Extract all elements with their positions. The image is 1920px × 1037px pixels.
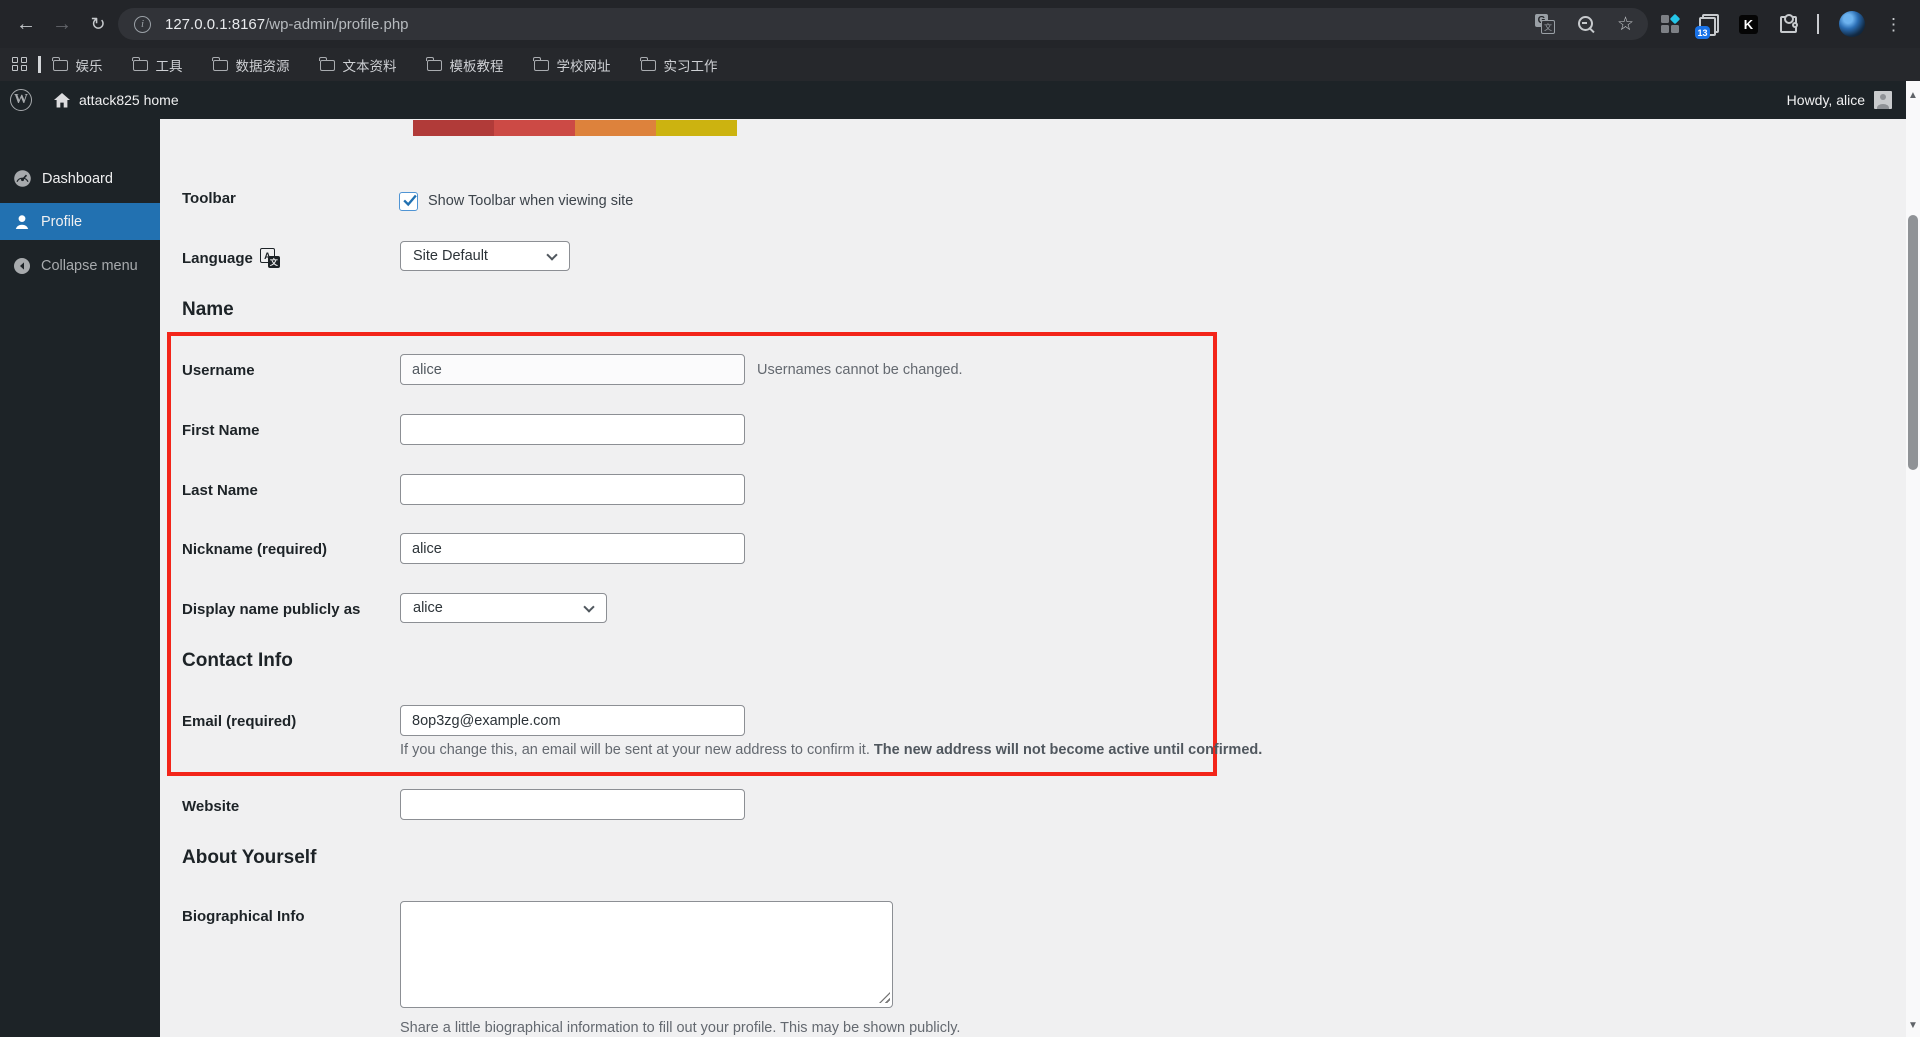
site-info-icon[interactable]: i	[134, 15, 151, 33]
website-input[interactable]	[400, 789, 745, 820]
wordpress-logo-icon[interactable]: W	[10, 89, 32, 111]
page-scrollbar: ▲ ▼	[1906, 81, 1920, 1037]
collapse-icon	[14, 257, 30, 274]
sidebar-collapse-menu[interactable]: Collapse menu	[0, 247, 160, 284]
username-label: Username	[182, 362, 255, 379]
display-name-select[interactable]: alice	[400, 593, 607, 623]
sidebar-item-profile[interactable]: Profile	[0, 203, 171, 240]
name-section-heading: Name	[182, 299, 234, 320]
browser-profile-avatar[interactable]	[1839, 11, 1865, 37]
url-path: /wp-admin/profile.php	[265, 15, 409, 33]
bookmark-folder[interactable]: 工具	[132, 55, 183, 75]
bookmarks-bar: 娱乐 工具 数据资源 文本资料 模板教程 学校网址 实习工作	[0, 48, 1920, 81]
folder-icon	[212, 57, 228, 71]
last-name-label: Last Name	[182, 482, 258, 499]
bookmarks-separator	[38, 56, 41, 73]
browser-forward-icon[interactable]: →	[48, 10, 76, 38]
folder-icon	[52, 57, 68, 71]
show-toolbar-checkbox[interactable]	[399, 192, 418, 211]
browser-back-icon[interactable]: ←	[12, 10, 40, 38]
site-name: attack825 home	[79, 92, 179, 108]
chevron-down-icon	[546, 249, 558, 261]
apps-grid-icon[interactable]	[12, 56, 28, 73]
sidebar-item-label: Dashboard	[42, 170, 113, 187]
chevron-down-icon	[583, 601, 595, 613]
toolbar-row-label: Toolbar	[182, 190, 236, 207]
extension-tabs-icon[interactable]: 13	[1695, 14, 1719, 39]
email-input[interactable]	[400, 705, 745, 736]
user-avatar[interactable]	[1874, 91, 1892, 109]
first-name-label: First Name	[182, 422, 260, 439]
scroll-down-icon[interactable]: ▼	[1906, 1017, 1920, 1033]
wp-admin-bar: W attack825 home Howdy, alice	[0, 81, 1906, 119]
extensions-puzzle-icon[interactable]	[1778, 13, 1798, 34]
email-description: If you change this, an email will be sen…	[400, 742, 1263, 758]
sidebar-item-label: Collapse menu	[41, 257, 138, 274]
zoom-indicator-icon[interactable]	[1577, 15, 1595, 33]
bookmark-folder[interactable]: 文本资料	[319, 55, 397, 75]
folder-icon	[426, 57, 442, 71]
bookmark-folder[interactable]: 娱乐	[52, 55, 103, 75]
bio-label: Biographical Info	[182, 908, 305, 925]
tab-count-badge: 13	[1695, 26, 1710, 39]
color-scheme-strip	[413, 120, 737, 136]
folder-icon	[640, 57, 656, 71]
toolbar-separator	[1817, 14, 1819, 34]
scroll-up-icon[interactable]: ▲	[1906, 87, 1920, 103]
username-input[interactable]	[400, 354, 745, 385]
email-label: Email (required)	[182, 713, 297, 730]
folder-icon	[533, 57, 549, 71]
folder-icon	[319, 57, 335, 71]
bookmark-folder[interactable]: 实习工作	[640, 55, 718, 75]
show-toolbar-label: Show Toolbar when viewing site	[428, 193, 634, 209]
nickname-label: Nickname (required)	[182, 541, 328, 558]
website-label: Website	[182, 798, 240, 815]
first-name-input[interactable]	[400, 414, 745, 445]
about-section-heading: About Yourself	[182, 847, 317, 868]
extension-k-icon[interactable]: K	[1739, 14, 1758, 34]
username-note: Usernames cannot be changed.	[757, 362, 963, 378]
contact-section-heading: Contact Info	[182, 650, 293, 671]
nickname-input[interactable]	[400, 533, 745, 564]
last-name-input[interactable]	[400, 474, 745, 505]
bookmark-folder[interactable]: 模板教程	[426, 55, 504, 75]
dashboard-icon	[14, 170, 31, 187]
profile-page-content: Toolbar Show Toolbar when viewing site L…	[160, 119, 1906, 1037]
sidebar-item-label: Profile	[41, 213, 83, 230]
browser-reload-icon[interactable]: ↻	[84, 10, 112, 38]
browser-menu-icon[interactable]: ⋮	[1885, 16, 1902, 33]
language-row-label: Language	[182, 248, 280, 268]
extension-grid-icon[interactable]	[1661, 13, 1681, 33]
language-select[interactable]: Site Default	[400, 241, 570, 271]
sidebar-item-dashboard[interactable]: Dashboard	[0, 160, 160, 197]
bio-textarea[interactable]	[400, 901, 893, 1008]
home-icon	[54, 92, 70, 107]
profile-user-icon	[15, 214, 29, 229]
folder-icon	[132, 57, 148, 71]
translate-icon[interactable]	[1534, 14, 1555, 34]
site-home-link[interactable]: attack825 home	[54, 92, 179, 108]
bookmark-folder[interactable]: 数据资源	[212, 55, 290, 75]
bio-description: Share a little biographical information …	[400, 1020, 961, 1036]
scrollbar-thumb[interactable]	[1908, 215, 1918, 470]
display-name-label: Display name publicly as	[182, 601, 361, 618]
bookmark-folder[interactable]: 学校网址	[533, 55, 611, 75]
translation-icon	[259, 248, 280, 268]
url-host: 127.0.0.1:8167	[165, 15, 266, 33]
checkmark-icon	[403, 194, 417, 207]
howdy-text[interactable]: Howdy, alice	[1787, 92, 1865, 108]
address-bar[interactable]: i 127.0.0.1:8167 /wp-admin/profile.php ☆	[118, 8, 1648, 40]
bookmark-star-icon[interactable]: ☆	[1617, 15, 1634, 34]
wp-sidebar-menu: Dashboard Profile Collapse menu	[0, 119, 171, 1037]
browser-toolbar: ← → ↻ i 127.0.0.1:8167 /wp-admin/profile…	[0, 0, 1920, 48]
